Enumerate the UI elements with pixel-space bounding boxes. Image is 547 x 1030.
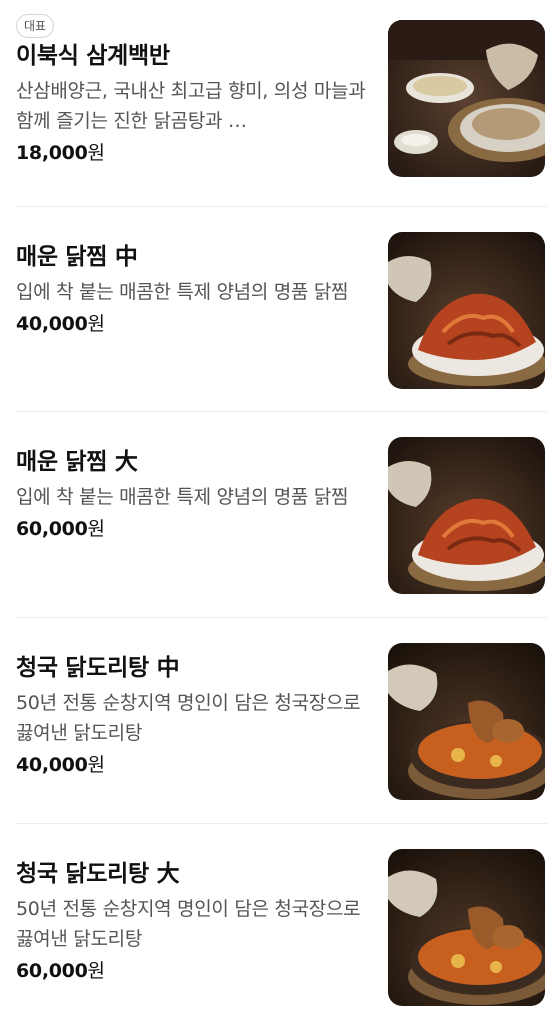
- menu-item-price: 40,000원: [16, 750, 366, 780]
- price-currency: 원: [87, 518, 105, 540]
- signature-badge: 대표: [16, 14, 55, 38]
- menu-item-info: 청국 닭도리탕 中 50년 전통 순창지역 명인이 담은 청국장으로 끓여낸 닭…: [16, 652, 366, 780]
- spicy-braised-chicken-photo[interactable]: [388, 437, 545, 594]
- food-photo-image: [388, 849, 545, 1006]
- menu-item-description: 입에 착 붙는 매콤한 특제 양념의 명품 닭찜: [16, 281, 349, 303]
- menu-item-info: 매운 닭찜 大 입에 착 붙는 매콤한 특제 양념의 명품 닭찜 60,000원: [16, 446, 366, 544]
- menu-item[interactable]: 매운 닭찜 大 입에 착 붙는 매콤한 특제 양념의 명품 닭찜 60,000원: [0, 412, 547, 618]
- food-photo-image: [388, 232, 545, 389]
- price-currency: 원: [87, 754, 105, 776]
- spicy-braised-chicken-photo[interactable]: [388, 232, 545, 389]
- dakdoritang-photo[interactable]: [388, 643, 545, 800]
- menu-item-description: 입에 착 붙는 매콤한 특제 양념의 명품 닭찜: [16, 486, 349, 508]
- food-photo-image: [388, 643, 545, 800]
- price-value: 40,000: [16, 754, 88, 776]
- price-value: 40,000: [16, 313, 88, 335]
- food-photo-image: [388, 437, 545, 594]
- menu-item-description: 산삼배양근, 국내산 최고급 향미, 의성 마늘과 함께 즐기는 진한 닭곰탕과…: [16, 80, 366, 132]
- menu-item-name: 청국 닭도리탕 大: [16, 861, 180, 887]
- price-value: 60,000: [16, 518, 88, 540]
- menu-item-info: 청국 닭도리탕 大 50년 전통 순창지역 명인이 담은 청국장으로 끓여낸 닭…: [16, 858, 366, 986]
- menu-item[interactable]: 매운 닭찜 中 입에 착 붙는 매콤한 특제 양념의 명품 닭찜 40,000원: [0, 207, 547, 413]
- menu-item-name: 매운 닭찜 中: [16, 244, 138, 270]
- menu-item-name: 매운 닭찜 大: [16, 449, 138, 475]
- menu-list: 대표 이북식 삼계백반 산삼배양근, 국내산 최고급 향미, 의성 마늘과 함께…: [0, 0, 547, 1015]
- samgye-baekban-photo[interactable]: [388, 20, 545, 177]
- price-currency: 원: [87, 960, 105, 982]
- menu-item-description: 50년 전통 순창지역 명인이 담은 청국장으로 끓여낸 닭도리탕: [16, 692, 361, 744]
- menu-item-info: 대표 이북식 삼계백반 산삼배양근, 국내산 최고급 향미, 의성 마늘과 함께…: [16, 14, 366, 168]
- food-photo-image: [388, 20, 545, 177]
- menu-item-description: 50년 전통 순창지역 명인이 담은 청국장으로 끓여낸 닭도리탕: [16, 898, 361, 950]
- price-value: 18,000: [16, 142, 88, 164]
- price-currency: 원: [87, 313, 105, 335]
- menu-item-name: 이북식 삼계백반: [16, 43, 170, 69]
- menu-item-price: 40,000원: [16, 309, 366, 339]
- price-value: 60,000: [16, 960, 88, 982]
- menu-item[interactable]: 청국 닭도리탕 大 50년 전통 순창지역 명인이 담은 청국장으로 끓여낸 닭…: [0, 824, 547, 1030]
- menu-item-price: 60,000원: [16, 514, 366, 544]
- price-currency: 원: [87, 142, 105, 164]
- menu-item-info: 매운 닭찜 中 입에 착 붙는 매콤한 특제 양념의 명품 닭찜 40,000원: [16, 241, 366, 339]
- menu-item[interactable]: 대표 이북식 삼계백반 산삼배양근, 국내산 최고급 향미, 의성 마늘과 함께…: [0, 0, 547, 206]
- menu-item[interactable]: 청국 닭도리탕 中 50년 전통 순창지역 명인이 담은 청국장으로 끓여낸 닭…: [0, 618, 547, 824]
- dakdoritang-photo[interactable]: [388, 849, 545, 1006]
- menu-item-price: 60,000원: [16, 956, 366, 986]
- menu-item-price: 18,000원: [16, 138, 366, 168]
- menu-item-name: 청국 닭도리탕 中: [16, 655, 180, 681]
